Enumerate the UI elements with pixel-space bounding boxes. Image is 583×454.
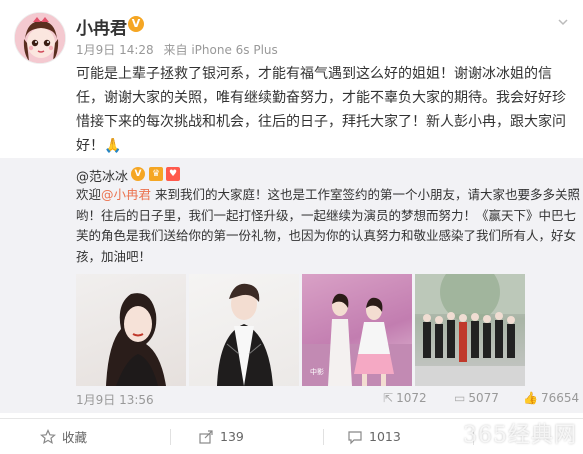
comment-icon: ▭ bbox=[454, 391, 466, 405]
divider bbox=[323, 429, 324, 445]
post-text: 可能是上辈子拯救了银河系，才能有福气遇到这么好的姐姐！谢谢冰冰姐的信任，谢谢大家… bbox=[76, 62, 576, 158]
favorite-button[interactable]: 收藏 bbox=[40, 419, 87, 454]
avatar[interactable] bbox=[14, 12, 66, 64]
chevron-down-icon[interactable] bbox=[557, 16, 569, 31]
username[interactable]: 小冉君 bbox=[76, 14, 127, 39]
repost-forward-stat[interactable]: ⇱ 1072 bbox=[383, 391, 427, 405]
repost-card[interactable]: @范冰冰 V ♛ ♥ 欢迎@小冉君 来到我们的大家庭！这也是工作室签约的第一个小… bbox=[0, 158, 583, 413]
post-meta: 1月9日 14:28 来自 iPhone 6s Plus bbox=[76, 41, 284, 58]
repost-author[interactable]: @范冰冰 bbox=[76, 166, 128, 185]
photo-3[interactable]: 中影 bbox=[302, 274, 412, 386]
post-date[interactable]: 1月9日 14:28 bbox=[76, 43, 154, 57]
thumbs-up-icon: 👍 bbox=[523, 391, 538, 405]
heart-badge-icon: ♥ bbox=[166, 167, 180, 181]
watermark: 365经典网 bbox=[463, 423, 577, 448]
svg-text:中影: 中影 bbox=[310, 367, 324, 376]
star-icon bbox=[40, 428, 56, 445]
weibo-post: 小冉君 V 1月9日 14:28 来自 iPhone 6s Plus 可能是上辈… bbox=[0, 0, 583, 453]
favorite-label: 收藏 bbox=[62, 430, 88, 445]
repost-comment-count: 5077 bbox=[468, 391, 499, 405]
repost-forward-count: 1072 bbox=[396, 391, 427, 405]
repost-comment-stat[interactable]: ▭ 5077 bbox=[454, 391, 499, 405]
post-source: 来自 iPhone 6s Plus bbox=[163, 43, 278, 57]
repost-text: 欢迎@小冉君 来到我们的大家庭！这也是工作室签约的第一个小朋友，请大家也要多多关… bbox=[76, 185, 581, 267]
comment-icon bbox=[347, 429, 363, 445]
photo-4[interactable] bbox=[415, 274, 525, 386]
verified-badge: V bbox=[128, 16, 144, 32]
post-body: 可能是上辈子拯救了银河系，才能有福气遇到这么好的姐姐！谢谢冰冰姐的信任，谢谢大家… bbox=[76, 66, 566, 154]
pray-hands-emoji-icon: 🙏 bbox=[104, 138, 122, 154]
repost-count: 139 bbox=[220, 429, 244, 444]
repost-like-count: 76654 bbox=[540, 391, 580, 405]
share-icon: ⇱ bbox=[383, 391, 394, 405]
repost-like-stat[interactable]: 👍 76654 bbox=[523, 391, 579, 405]
divider bbox=[170, 429, 171, 445]
repost-date[interactable]: 1月9日 13:56 bbox=[76, 391, 154, 408]
photo-2[interactable] bbox=[189, 274, 299, 386]
crown-icon: ♛ bbox=[149, 167, 163, 181]
repost-text-after: 来到我们的大家庭！这也是工作室签约的第一个小朋友，请大家也要多多关照哟！往后的日… bbox=[76, 187, 581, 264]
mention-link[interactable]: @小冉君 bbox=[101, 187, 151, 202]
photo-1[interactable] bbox=[76, 274, 186, 386]
repost-button[interactable]: 139 bbox=[198, 419, 244, 454]
comment-button[interactable]: 1013 bbox=[347, 419, 401, 454]
comment-count: 1013 bbox=[369, 429, 401, 444]
repost-text-before: 欢迎 bbox=[76, 187, 102, 202]
verified-badge-icon: V bbox=[131, 167, 145, 181]
share-icon bbox=[198, 429, 214, 445]
repost-footer: 1月9日 13:56 ⇱ 1072 ▭ 5077 👍 76654 bbox=[76, 391, 579, 409]
